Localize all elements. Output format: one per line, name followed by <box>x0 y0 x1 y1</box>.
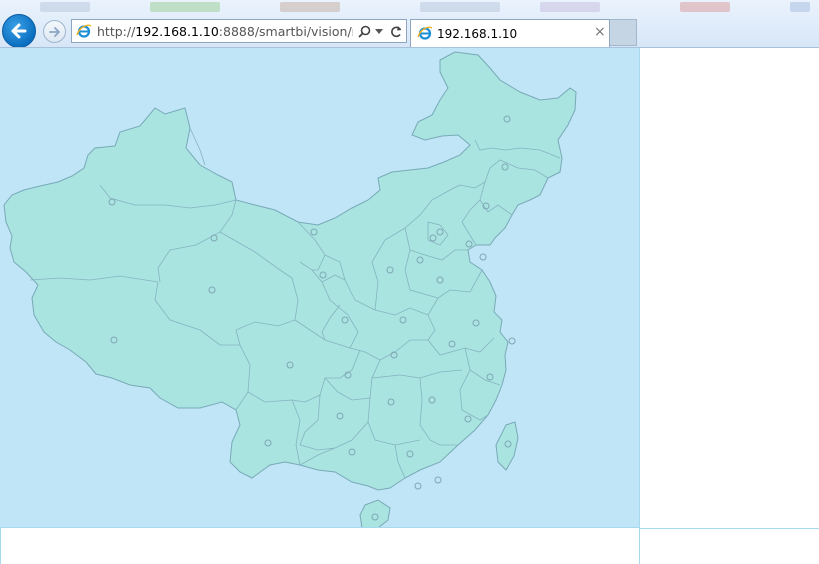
ie-icon <box>76 24 92 38</box>
ie-icon <box>417 26 433 40</box>
search-icon[interactable] <box>358 25 371 38</box>
map-panel <box>0 48 640 528</box>
address-url[interactable]: http://192.168.1.10:8888/smartbi/vision/… <box>97 24 353 39</box>
browser-toolbar: http://192.168.1.10:8888/smartbi/vision/… <box>0 0 819 48</box>
map-taiwan[interactable] <box>495 421 519 471</box>
back-button[interactable] <box>2 14 36 47</box>
refresh-icon[interactable] <box>390 25 403 38</box>
address-bar[interactable]: http://192.168.1.10:8888/smartbi/vision/… <box>71 19 407 43</box>
back-arrow-icon <box>11 23 27 39</box>
url-scheme: http:// <box>97 24 136 39</box>
tab-active[interactable]: 192.168.1.10 × <box>410 19 610 47</box>
forward-arrow-icon <box>49 27 60 37</box>
tab-title: 192.168.1.10 <box>437 27 518 41</box>
background-tab-strip <box>0 0 819 16</box>
bottom-left-panel <box>0 528 640 564</box>
url-path: :8888/smartbi/vision/map <box>218 24 353 39</box>
right-panel <box>640 48 819 528</box>
forward-button[interactable] <box>43 20 66 43</box>
map-mainland[interactable] <box>3 51 577 491</box>
dropdown-icon[interactable] <box>375 29 383 34</box>
url-host: 192.168.1.10 <box>135 24 219 39</box>
close-icon[interactable]: × <box>594 24 606 40</box>
new-tab-button[interactable] <box>610 19 637 46</box>
bottom-right-panel <box>640 528 819 564</box>
china-map[interactable] <box>0 48 640 528</box>
